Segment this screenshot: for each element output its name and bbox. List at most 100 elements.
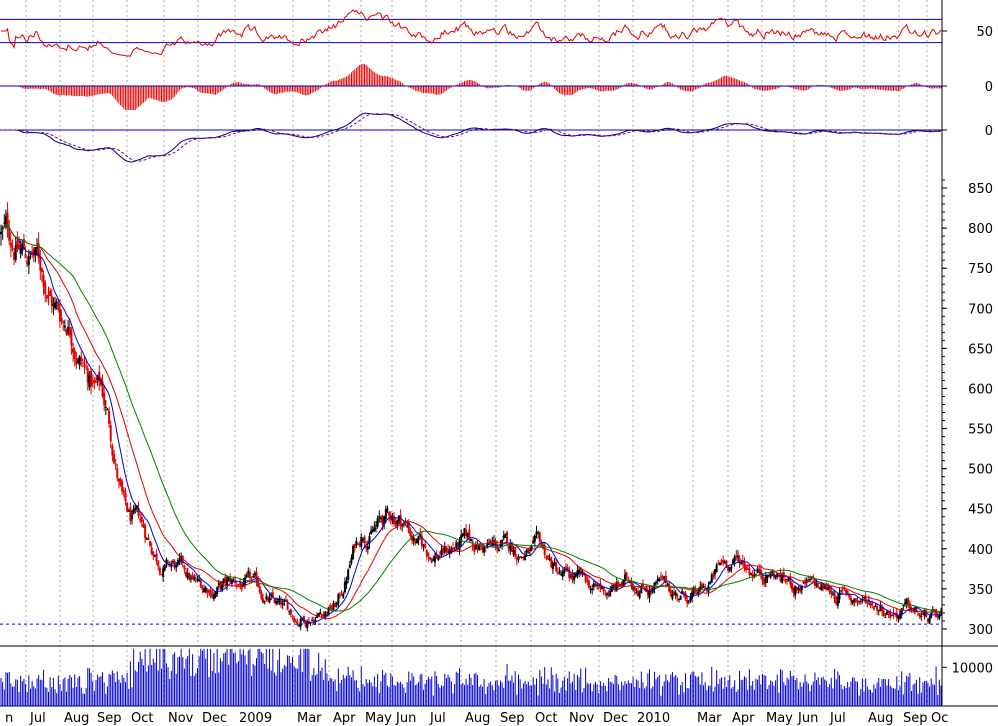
candle-body bbox=[40, 268, 43, 272]
oscillator-tick-label: 0 bbox=[985, 124, 993, 139]
oscillator-series-1 bbox=[1, 112, 941, 163]
candle-body bbox=[196, 578, 199, 580]
candle-body bbox=[342, 593, 345, 598]
rsi-tick-label: 50 bbox=[976, 25, 993, 40]
price-tick-label: 600 bbox=[968, 382, 993, 397]
candle-body bbox=[126, 502, 129, 512]
candle-body bbox=[633, 586, 636, 592]
price-tick-label: 700 bbox=[968, 302, 993, 317]
candle-body bbox=[625, 572, 628, 578]
candle-body bbox=[337, 594, 340, 604]
candle-body bbox=[849, 597, 852, 601]
candle-body bbox=[682, 591, 685, 593]
candle-body bbox=[194, 579, 197, 581]
candle-body bbox=[0, 231, 2, 235]
price-tick-label: 350 bbox=[968, 583, 993, 598]
candle-body bbox=[538, 532, 541, 542]
x-tick-label: Jul bbox=[829, 711, 846, 726]
candle-body bbox=[131, 514, 134, 520]
candle-body bbox=[147, 537, 150, 540]
x-tick-label: Dec bbox=[603, 711, 628, 726]
candle-body bbox=[527, 548, 530, 554]
rsi-line bbox=[1, 9, 942, 57]
candle-body bbox=[384, 509, 387, 520]
candle-body bbox=[57, 303, 60, 310]
stock-chart: 5000850800750700650600550500450400350300… bbox=[0, 0, 998, 726]
grid-lines bbox=[0, 0, 998, 707]
x-tick-label: Sep bbox=[500, 711, 525, 726]
candle-body bbox=[49, 290, 52, 296]
histogram-tick-label: 0 bbox=[985, 80, 993, 95]
candle-body bbox=[376, 518, 379, 527]
x-tick-label: 2010 bbox=[637, 711, 670, 726]
candle-body bbox=[106, 409, 109, 411]
candle-body bbox=[497, 549, 500, 552]
candle-body bbox=[355, 541, 358, 546]
x-axis-labels: n Jul Aug Sep Oct Nov Dec 2009 Mar Apr May Jun Jul Au… bbox=[5, 711, 948, 726]
price-tick-label: 550 bbox=[968, 423, 993, 438]
candle-body bbox=[112, 454, 115, 463]
x-tick-label: Sep bbox=[903, 711, 928, 726]
candle-body bbox=[183, 565, 186, 570]
candle-body bbox=[345, 580, 348, 585]
price-tick-label: 500 bbox=[968, 463, 993, 478]
candle-body bbox=[167, 561, 170, 564]
candle-body bbox=[27, 255, 30, 265]
candle-body bbox=[54, 302, 57, 309]
candle-body bbox=[121, 482, 124, 492]
candle-body bbox=[555, 561, 558, 571]
candle-body bbox=[216, 587, 219, 595]
candle-body bbox=[83, 365, 86, 367]
candle-body bbox=[524, 555, 527, 561]
x-tick-label: 2009 bbox=[239, 711, 272, 726]
candle-body bbox=[144, 525, 147, 539]
x-tick-label: Oct bbox=[131, 711, 153, 726]
oscillator-panel bbox=[0, 112, 942, 163]
candle-body bbox=[291, 616, 294, 618]
candle-body bbox=[124, 492, 127, 501]
price-panel bbox=[0, 202, 942, 632]
candle-body bbox=[260, 591, 263, 599]
candle-body bbox=[563, 569, 566, 573]
candle-body bbox=[149, 541, 152, 546]
candle-body bbox=[60, 317, 63, 322]
candle-body bbox=[653, 582, 656, 589]
candle-body bbox=[114, 463, 117, 466]
x-tick-label: Mar bbox=[697, 711, 722, 726]
candle-body bbox=[733, 556, 736, 562]
x-tick-label: Jun bbox=[395, 711, 416, 726]
candle-body bbox=[902, 604, 905, 606]
candle-body bbox=[163, 564, 166, 571]
x-tick-label: Sep bbox=[97, 711, 122, 726]
candle-body bbox=[157, 561, 160, 567]
candle-body bbox=[109, 425, 112, 442]
candle-body bbox=[830, 590, 833, 595]
candle-body bbox=[122, 490, 125, 493]
candle-body bbox=[627, 578, 630, 580]
x-tick-label: Apr bbox=[333, 711, 356, 726]
candle-body bbox=[658, 578, 661, 582]
candle-body bbox=[715, 564, 718, 573]
candle-body bbox=[533, 535, 536, 542]
candle-body bbox=[262, 598, 265, 603]
candle-body bbox=[488, 543, 491, 545]
candle-body bbox=[587, 580, 590, 588]
candle-body bbox=[808, 579, 811, 581]
candle-body bbox=[540, 543, 543, 546]
candle-body bbox=[506, 531, 509, 543]
candle-body bbox=[363, 536, 366, 544]
candle-body bbox=[890, 614, 893, 616]
candle-body bbox=[193, 577, 196, 581]
candle-body bbox=[617, 581, 620, 584]
candle-body bbox=[24, 254, 27, 259]
price-tick-label: 450 bbox=[968, 503, 993, 518]
price-tick-label: 750 bbox=[968, 262, 993, 277]
candle-body bbox=[730, 566, 733, 569]
candle-body bbox=[111, 445, 114, 456]
candle-body bbox=[158, 567, 161, 574]
candle-body bbox=[718, 562, 721, 565]
candle-body bbox=[602, 587, 605, 592]
candle-body bbox=[378, 516, 381, 518]
candle-body bbox=[573, 576, 576, 581]
candle-body bbox=[252, 576, 255, 578]
